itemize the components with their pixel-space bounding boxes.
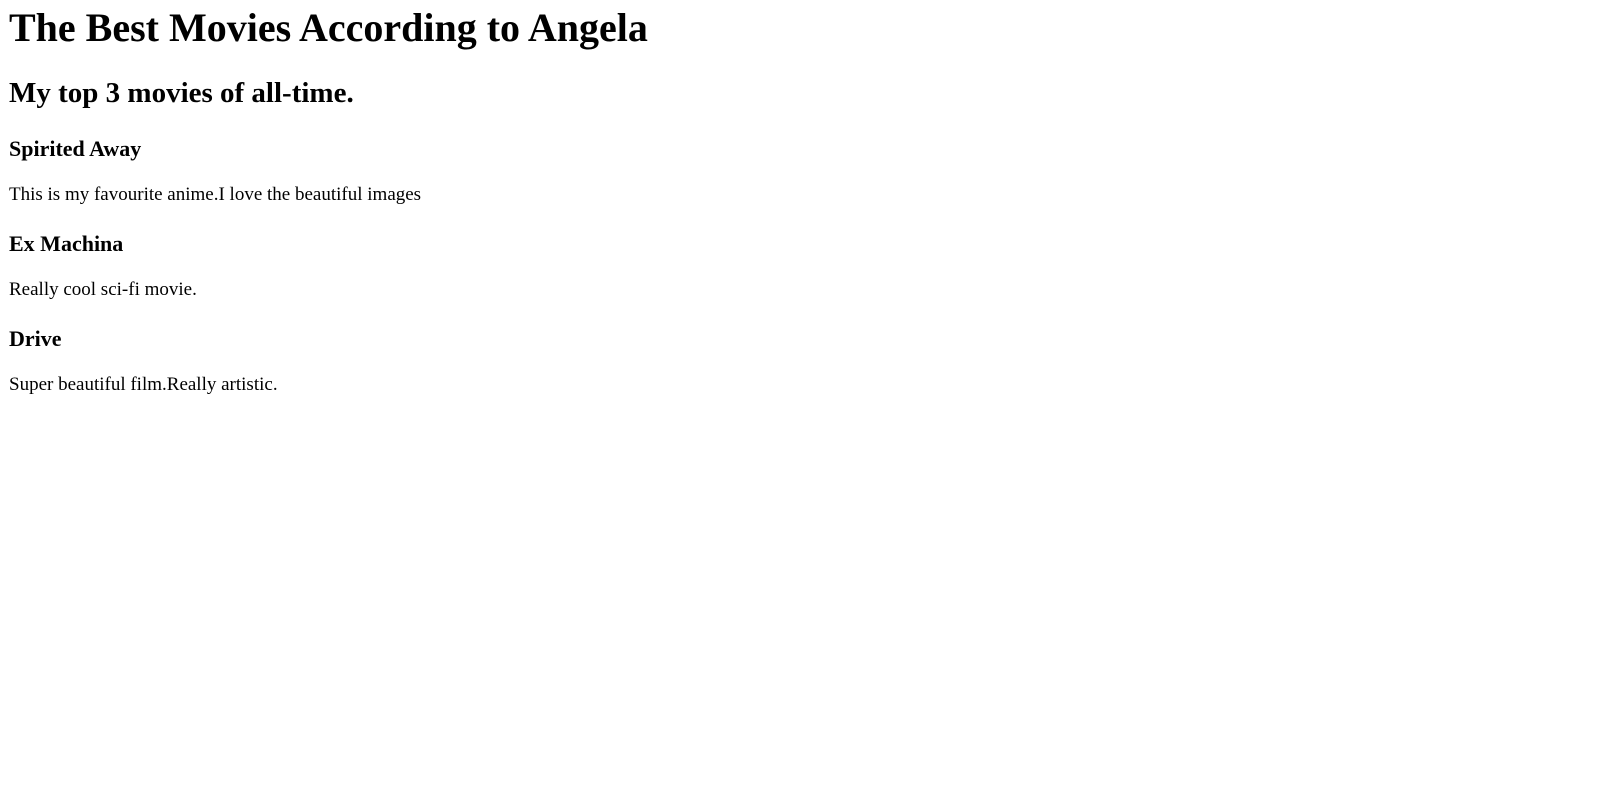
page: The Best Movies According to Angela My t… <box>0 0 1597 811</box>
movie-title-ex-machina: Ex Machina <box>9 231 124 256</box>
movie-title-drive: Drive <box>9 326 62 351</box>
movie-title-spirited-away: Spirited Away <box>9 136 142 161</box>
page-title: The Best Movies According to Angela <box>9 5 648 50</box>
movie-description-spirited-away: This is my favourite anime.I love the be… <box>9 184 422 205</box>
movie-description-drive: Super beautiful film.Really artistic. <box>9 374 278 395</box>
movie-description-ex-machina: Really cool sci-fi movie. <box>9 279 197 300</box>
page-subtitle: My top 3 movies of all-time. <box>9 77 354 109</box>
